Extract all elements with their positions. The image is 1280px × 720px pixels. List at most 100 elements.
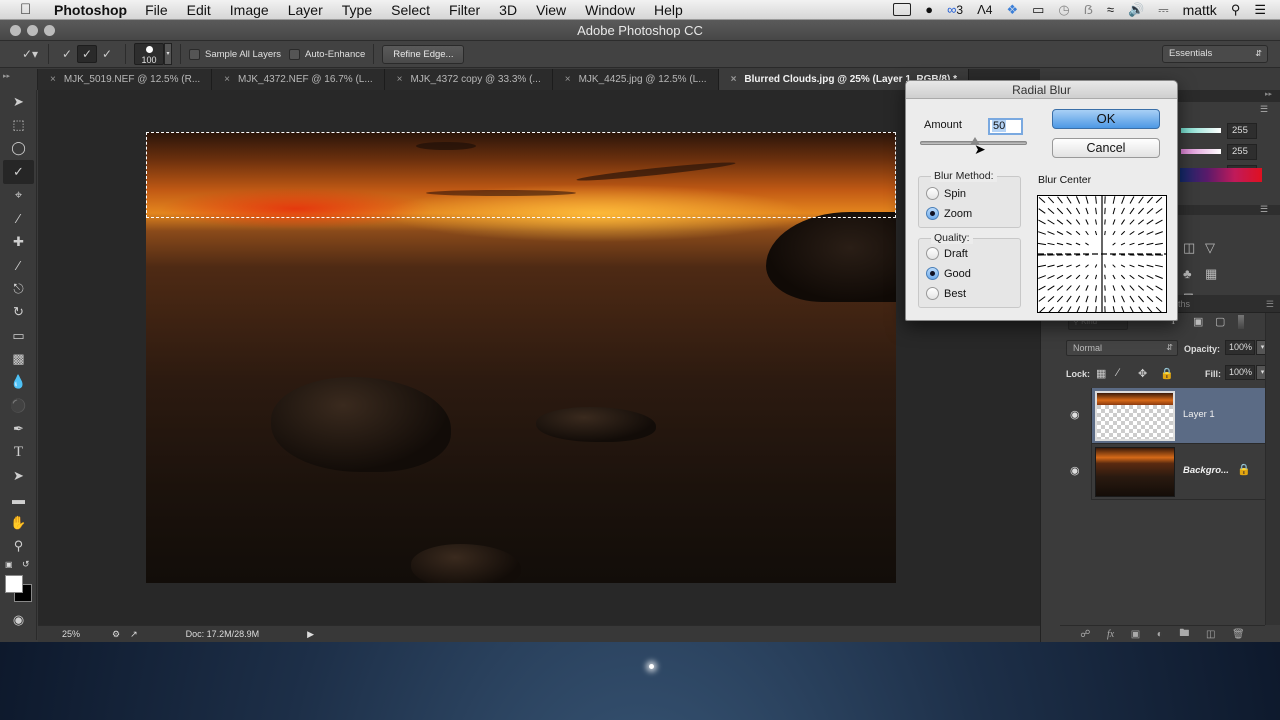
red-value-input[interactable]: 255 <box>1227 123 1257 139</box>
new-layer-icon[interactable]: ◫ <box>1206 629 1215 640</box>
refine-edge-button[interactable]: Refine Edge... <box>382 44 465 64</box>
brush-dropdown-icon[interactable]: ▾ <box>164 43 172 65</box>
green-slider[interactable]: 255 <box>1181 143 1271 163</box>
close-tab-icon[interactable]: × <box>731 74 737 85</box>
lasso-tool-icon[interactable]: ◯ <box>0 137 37 160</box>
collapse-right-icon[interactable]: ▸▸ <box>1265 90 1272 102</box>
app-menu[interactable]: Photoshop <box>54 2 127 18</box>
volume-icon[interactable]: 🔊 <box>1128 2 1144 18</box>
blend-mode-select[interactable]: Normal ⇵ <box>1066 340 1178 356</box>
zoom-tool-icon[interactable]: ⚲ <box>0 534 37 557</box>
auto-enhance-checkbox[interactable] <box>289 48 301 60</box>
status-menu-arrow-icon[interactable]: ▶ <box>307 629 314 640</box>
menu-help[interactable]: Help <box>654 2 683 18</box>
evernote-icon[interactable]: ● <box>925 2 933 17</box>
close-window-button[interactable] <box>10 25 21 36</box>
green-value-input[interactable]: 255 <box>1227 144 1257 160</box>
creative-cloud-icon[interactable]: ∞3 <box>947 2 963 17</box>
new-group-folder-icon[interactable]: 🖿 <box>1179 626 1189 643</box>
best-radio[interactable]: Best <box>926 287 966 300</box>
brush-size-picker[interactable]: 100 <box>134 43 164 65</box>
menu-select[interactable]: Select <box>391 2 430 18</box>
blur-tool-icon[interactable]: 💧 <box>0 371 37 394</box>
add-to-selection-icon[interactable]: ✓ <box>77 45 97 63</box>
blur-center-preview[interactable] <box>1037 195 1167 314</box>
crop-tool-icon[interactable]: ⌖ <box>0 184 37 207</box>
layer-name[interactable]: Backgro... <box>1183 465 1229 476</box>
opacity-input[interactable]: 100% <box>1225 340 1255 355</box>
vibrance-adjustment-icon[interactable]: ▽ <box>1205 240 1215 256</box>
foreground-color-swatch[interactable] <box>5 574 23 593</box>
add-mask-icon[interactable]: ▣ <box>1131 629 1140 640</box>
close-tab-icon[interactable]: × <box>224 74 230 85</box>
delete-layer-icon[interactable]: 🗑 <box>1232 629 1245 640</box>
workspace-switcher[interactable]: Essentials ⇵ <box>1162 45 1268 63</box>
shape-filter-icon[interactable]: ▣ <box>1193 315 1203 328</box>
bluetooth-icon[interactable]: ẞ <box>1084 2 1093 17</box>
close-tab-icon[interactable]: × <box>565 74 571 85</box>
history-brush-tool-icon[interactable]: ↻ <box>0 301 37 324</box>
zoom-level[interactable]: 25% <box>62 629 102 639</box>
close-tab-icon[interactable]: × <box>50 74 56 85</box>
document-tab[interactable]: × MJK_4372 copy @ 33.3% (... <box>385 69 553 90</box>
subtract-from-selection-icon[interactable]: ✓ <box>97 45 117 63</box>
cancel-button[interactable]: Cancel <box>1052 138 1160 158</box>
lock-transparent-pixels-icon[interactable]: ▦ <box>1096 367 1106 380</box>
share-icon[interactable]: ↗ <box>130 629 138 640</box>
new-adjustment-layer-icon[interactable]: ◐ <box>1157 629 1163 640</box>
marquee-tool-icon[interactable]: ⬚ <box>0 113 37 136</box>
status-icon[interactable]: ⚙ <box>112 629 120 640</box>
amount-input[interactable]: 50 <box>988 118 1023 135</box>
notification-center-icon[interactable]: ☰ <box>1254 2 1266 18</box>
menu-image[interactable]: Image <box>230 2 269 18</box>
move-tool-icon[interactable]: ➤ <box>0 90 37 113</box>
document-tab[interactable]: × MJK_4425.jpg @ 12.5% (L... <box>553 69 719 90</box>
rectangle-tool-icon[interactable]: ▬ <box>0 488 37 511</box>
hand-tool-icon[interactable]: ✋ <box>0 511 37 534</box>
brush-tool-icon[interactable]: ∕ <box>0 254 37 277</box>
eraser-tool-icon[interactable]: ▭ <box>0 324 37 347</box>
swap-colors-icon[interactable]: ↺ <box>22 559 30 570</box>
menu-window[interactable]: Window <box>585 2 635 18</box>
type-tool-icon[interactable]: T <box>0 441 37 464</box>
quick-selection-tool-icon[interactable]: ✓ <box>3 160 34 184</box>
path-selection-tool-icon[interactable]: ➤ <box>0 464 37 487</box>
battery-icon[interactable]: ⎓ <box>1158 2 1168 18</box>
lock-all-icon[interactable]: 🔒 <box>1160 367 1174 380</box>
dropbox-icon[interactable]: ❖ <box>1006 2 1018 18</box>
pen-tool-icon[interactable]: ✒ <box>0 417 37 440</box>
clone-stamp-tool-icon[interactable]: ⎋ <box>0 277 37 300</box>
layer-style-fx-icon[interactable]: fx <box>1107 629 1114 640</box>
apple-menu-icon[interactable]:  <box>20 1 38 18</box>
color-lookup-adjustment-icon[interactable]: ▦ <box>1205 266 1217 282</box>
document-tab[interactable]: × MJK_4372.NEF @ 16.7% (L... <box>212 69 385 90</box>
lock-image-pixels-icon[interactable]: ∕ <box>1117 367 1119 379</box>
good-radio[interactable]: Good <box>926 267 971 280</box>
filter-toggle[interactable] <box>1238 315 1244 329</box>
wifi-icon[interactable]: ≈ <box>1107 2 1114 17</box>
lock-position-icon[interactable]: ✥ <box>1138 367 1147 380</box>
link-layers-icon[interactable]: ☍ <box>1080 629 1090 640</box>
paths-tab[interactable]: ths <box>1178 299 1190 309</box>
visibility-toggle[interactable]: ◉ <box>1060 444 1092 500</box>
healing-brush-tool-icon[interactable]: ✚ <box>0 230 37 253</box>
spin-radio[interactable]: Spin <box>926 187 966 200</box>
toolbox-collapse-icon[interactable]: ▸▸ <box>0 69 38 90</box>
new-selection-icon[interactable]: ✓ <box>57 45 77 63</box>
visibility-toggle[interactable]: ◉ <box>1060 388 1092 444</box>
layer-row-layer-1[interactable]: ◉ Layer 1 <box>1060 388 1265 444</box>
layers-scrollbar[interactable] <box>1265 313 1280 625</box>
dodge-tool-icon[interactable]: ⚫ <box>0 394 37 417</box>
screen-record-icon[interactable] <box>893 3 912 16</box>
menu-3d[interactable]: 3D <box>499 2 517 18</box>
tool-preset-picker[interactable]: ✓▾ <box>20 45 40 63</box>
menu-edit[interactable]: Edit <box>187 2 211 18</box>
exposure-adjustment-icon[interactable]: ◫ <box>1183 240 1195 256</box>
user-name[interactable]: mattk <box>1183 2 1217 18</box>
menu-view[interactable]: View <box>536 2 566 18</box>
sample-all-layers-checkbox[interactable] <box>189 48 200 60</box>
red-slider[interactable]: 255 <box>1181 122 1271 142</box>
eyedropper-tool-icon[interactable]: ∕ <box>0 207 37 230</box>
layer-name[interactable]: Layer 1 <box>1183 409 1215 420</box>
spotlight-search-icon[interactable]: ⚲ <box>1231 2 1241 18</box>
